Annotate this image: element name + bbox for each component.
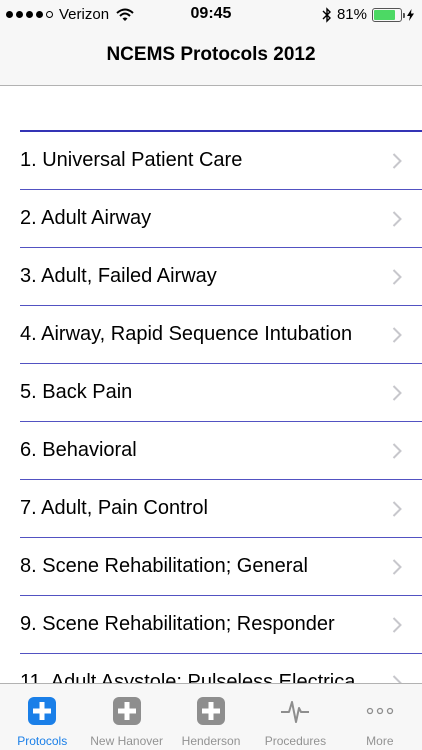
plus-icon [112,697,141,725]
chevron-right-icon [392,153,402,169]
tab-label: Procedures [264,734,327,748]
tab-label: New Hanover [90,734,163,748]
chevron-right-icon [392,327,402,343]
protocol-label: 7. Adult, Pain Control [20,497,208,519]
protocol-row[interactable]: 7. Adult, Pain Control [20,480,422,538]
tab-label: Henderson [181,734,241,748]
tab-label: More [366,734,394,748]
tab-procedures[interactable]: Procedures [253,684,337,750]
protocol-rows: 1. Universal Patient Care 2. Adult Airway… [20,132,422,712]
chevron-right-icon [392,269,402,285]
tab-label: Protocols [17,734,68,748]
protocol-label: 9. Scene Rehabilitation; Responder [20,613,335,635]
protocol-label: 8. Scene Rehabilitation; General [20,555,308,577]
battery-fill [374,9,396,20]
charging-icon [407,8,414,21]
protocol-row[interactable]: 1. Universal Patient Care [20,132,422,190]
more-icon [366,707,393,715]
status-bar: Verizon 09:45 81% [0,0,422,30]
pulse-icon [281,701,310,723]
chevron-right-icon [392,559,402,575]
bluetooth-icon [322,6,331,23]
protocol-label: 5. Back Pain [20,381,133,403]
protocol-row[interactable]: 6. Behavioral [20,422,422,480]
protocol-row[interactable]: 9. Scene Rehabilitation; Responder [20,596,422,654]
chevron-right-icon [392,211,402,227]
protocol-row[interactable]: 5. Back Pain [20,364,422,422]
navigation-bar: NCEMS Protocols 2012 [0,30,422,86]
chevron-right-icon [392,443,402,459]
tab-bar: Protocols New Hanover Henderson Procedures M… [0,683,422,750]
protocol-label: 6. Behavioral [20,439,137,461]
plus-icon [197,697,226,725]
battery-percent: 81% [336,6,367,23]
protocol-label: 3. Adult, Failed Airway [20,265,217,287]
battery-tip [403,12,405,18]
plus-icon [28,697,57,725]
protocol-row[interactable]: 2. Adult Airway [20,190,422,248]
tab-new-hanover[interactable]: New Hanover [84,684,168,750]
protocol-row[interactable]: 4. Airway, Rapid Sequence Intubation [20,306,422,364]
chevron-right-icon [392,501,402,517]
battery-icon [372,7,405,22]
protocol-label: 4. Airway, Rapid Sequence Intubation [20,323,353,345]
chevron-right-icon [392,617,402,633]
protocol-list[interactable]: 1. Universal Patient Care 2. Adult Airway… [20,130,422,712]
protocol-label: 1. Universal Patient Care [20,149,243,171]
tab-henderson[interactable]: Henderson [169,684,253,750]
chevron-right-icon [392,385,402,401]
protocol-label: 2. Adult Airway [20,207,152,229]
status-right: 81% [322,6,414,23]
protocol-row[interactable]: 3. Adult, Failed Airway [20,248,422,306]
tab-more[interactable]: More [338,684,422,750]
protocol-row[interactable]: 8. Scene Rehabilitation; General [20,538,422,596]
page-title: NCEMS Protocols 2012 [106,44,316,65]
tab-protocols[interactable]: Protocols [0,684,84,750]
